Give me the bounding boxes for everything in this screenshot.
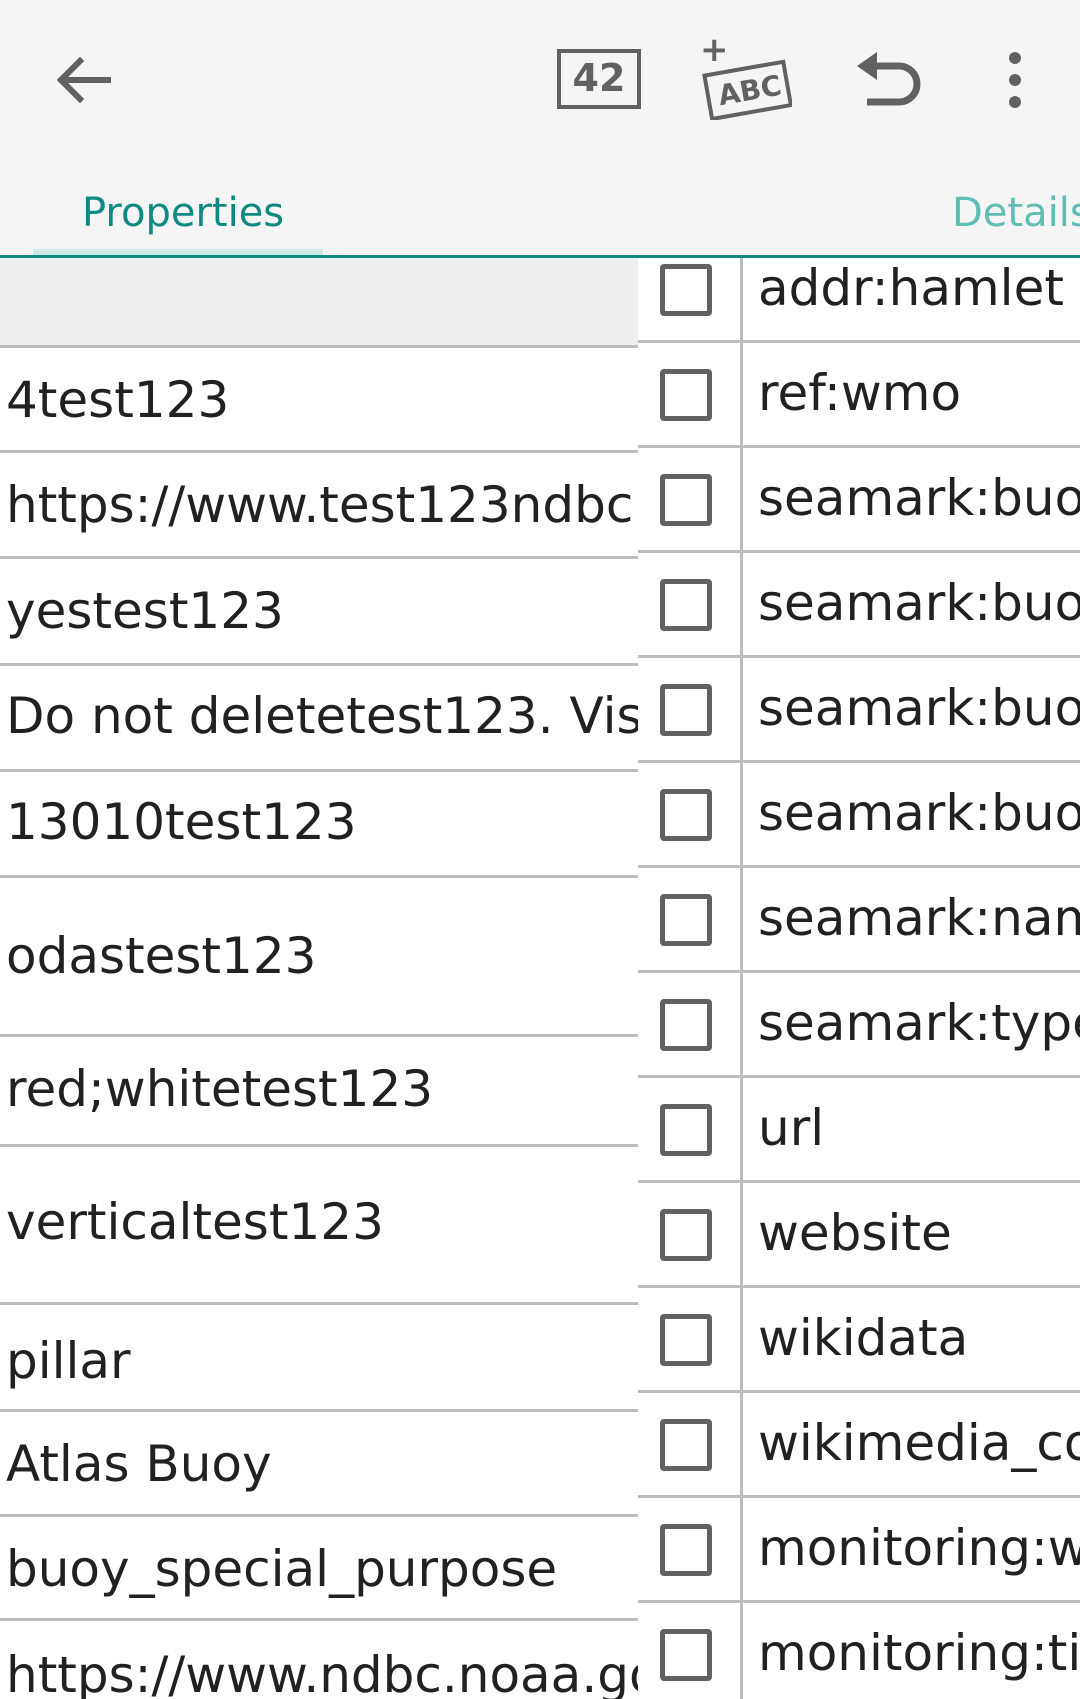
key-row: monitoring:water xyxy=(638,1498,1080,1603)
key-text[interactable]: seamark:type xyxy=(758,993,1080,1053)
add-tag-icon[interactable]: + ABC xyxy=(692,30,792,120)
checkbox[interactable] xyxy=(660,264,712,316)
key-text[interactable]: wikidata xyxy=(758,1308,968,1368)
tab-properties[interactable]: Properties xyxy=(82,190,284,236)
tab-details[interactable]: Details xyxy=(952,190,1080,236)
value-text: https://www.test123ndbc.noaa.gov/station… xyxy=(6,476,638,534)
key-text[interactable]: addr:hamlet xyxy=(758,258,1064,318)
checkbox[interactable] xyxy=(660,684,712,736)
value-row[interactable]: verticaltest123 xyxy=(0,1147,638,1305)
column-divider xyxy=(740,1288,743,1393)
value-text: red;whitetest123 xyxy=(6,1060,434,1118)
checkbox[interactable] xyxy=(660,369,712,421)
value-row[interactable]: Do not deletetest123. Visual xyxy=(0,666,638,772)
value-row[interactable]: Atlas Buoy xyxy=(0,1412,638,1517)
column-divider xyxy=(740,448,743,553)
column-divider xyxy=(740,258,743,343)
key-row: wikimedia_commons xyxy=(638,1393,1080,1498)
column-divider xyxy=(740,763,743,868)
key-text[interactable]: monitoring:tide xyxy=(758,1623,1080,1683)
column-divider xyxy=(740,1498,743,1603)
key-row: seamark:buoy xyxy=(638,553,1080,658)
key-row: seamark:name xyxy=(638,868,1080,973)
checkbox[interactable] xyxy=(660,1419,712,1471)
key-row: seamark:buoy xyxy=(638,658,1080,763)
value-row[interactable]: yestest123 xyxy=(0,559,638,666)
value-row[interactable]: buoy_special_purpose xyxy=(0,1517,638,1621)
value-text: 13010test123 xyxy=(6,793,357,851)
value-row[interactable]: odastest123 xyxy=(0,878,638,1037)
key-text[interactable]: seamark:buoy xyxy=(758,468,1080,528)
key-text[interactable]: seamark:buoy xyxy=(758,573,1080,633)
key-text[interactable]: seamark:name xyxy=(758,888,1080,948)
key-text[interactable]: ref:wmo xyxy=(758,363,961,423)
column-divider xyxy=(740,1078,743,1183)
value-text: odastest123 xyxy=(6,927,317,985)
number-tag-icon[interactable]: 42 xyxy=(556,48,642,110)
key-row: website xyxy=(638,1183,1080,1288)
key-row: seamark:buoy xyxy=(638,448,1080,553)
arrow-left-icon[interactable] xyxy=(42,42,126,118)
keys-column: addr:hamlet ref:wmo seamark:buoy seamark… xyxy=(638,258,1080,1699)
key-text[interactable]: seamark:buoy xyxy=(758,783,1080,843)
value-row[interactable]: red;whitetest123 xyxy=(0,1037,638,1147)
key-row: addr:hamlet xyxy=(638,258,1080,343)
key-row: monitoring:tide xyxy=(638,1603,1080,1699)
value-text: Do not deletetest123. Visual xyxy=(6,687,638,745)
column-divider xyxy=(740,1603,743,1699)
column-divider xyxy=(740,1183,743,1288)
value-header-row xyxy=(0,258,638,348)
tag-table: 4test123 https://www.test123ndbc.noaa.go… xyxy=(0,258,1080,1699)
checkbox[interactable] xyxy=(660,1209,712,1261)
undo-icon[interactable] xyxy=(850,44,926,116)
key-text[interactable]: wikimedia_commons xyxy=(758,1413,1080,1473)
key-text[interactable]: url xyxy=(758,1098,824,1158)
column-divider xyxy=(740,658,743,763)
tag-editor-screen: 42 + ABC Properties Details 4test123 htt… xyxy=(0,0,1080,1699)
column-divider xyxy=(740,553,743,658)
checkbox[interactable] xyxy=(660,579,712,631)
key-text[interactable]: website xyxy=(758,1203,952,1263)
value-row[interactable]: https://www.ndbc.noaa.gov/ xyxy=(0,1621,638,1699)
column-divider xyxy=(740,973,743,1078)
add-tag-plus: + xyxy=(700,30,729,70)
checkbox[interactable] xyxy=(660,1629,712,1681)
checkbox[interactable] xyxy=(660,789,712,841)
checkbox[interactable] xyxy=(660,1104,712,1156)
tab-indicator xyxy=(33,249,323,255)
value-row[interactable]: pillar xyxy=(0,1305,638,1412)
checkbox[interactable] xyxy=(660,894,712,946)
key-text[interactable]: monitoring:water xyxy=(758,1518,1080,1578)
value-text: buoy_special_purpose xyxy=(6,1540,558,1598)
value-row[interactable]: 4test123 xyxy=(0,348,638,453)
checkbox[interactable] xyxy=(660,1314,712,1366)
key-row: seamark:type xyxy=(638,973,1080,1078)
checkbox[interactable] xyxy=(660,999,712,1051)
key-row: seamark:buoy xyxy=(638,763,1080,868)
value-row[interactable]: 13010test123 xyxy=(0,772,638,878)
checkbox[interactable] xyxy=(660,1524,712,1576)
value-text: pillar xyxy=(6,1332,131,1390)
key-text[interactable]: seamark:buoy xyxy=(758,678,1080,738)
column-divider xyxy=(740,868,743,973)
value-text: yestest123 xyxy=(6,582,284,640)
tab-bar: Properties Details xyxy=(0,160,1080,258)
value-text: https://www.ndbc.noaa.gov/ xyxy=(6,1646,638,1699)
value-text: verticaltest123 xyxy=(6,1193,384,1251)
column-divider xyxy=(740,1393,743,1498)
values-column: 4test123 https://www.test123ndbc.noaa.go… xyxy=(0,258,638,1699)
toolbar: 42 + ABC xyxy=(0,0,1080,160)
column-divider xyxy=(740,343,743,448)
number-tag-label: 42 xyxy=(572,56,626,100)
value-text: 4test123 xyxy=(6,371,230,429)
value-text: Atlas Buoy xyxy=(6,1435,272,1493)
key-row: ref:wmo xyxy=(638,343,1080,448)
more-vert-icon[interactable] xyxy=(990,44,1040,116)
key-row: wikidata xyxy=(638,1288,1080,1393)
key-row: url xyxy=(638,1078,1080,1183)
value-row[interactable]: https://www.test123ndbc.noaa.gov/station… xyxy=(0,453,638,559)
checkbox[interactable] xyxy=(660,474,712,526)
